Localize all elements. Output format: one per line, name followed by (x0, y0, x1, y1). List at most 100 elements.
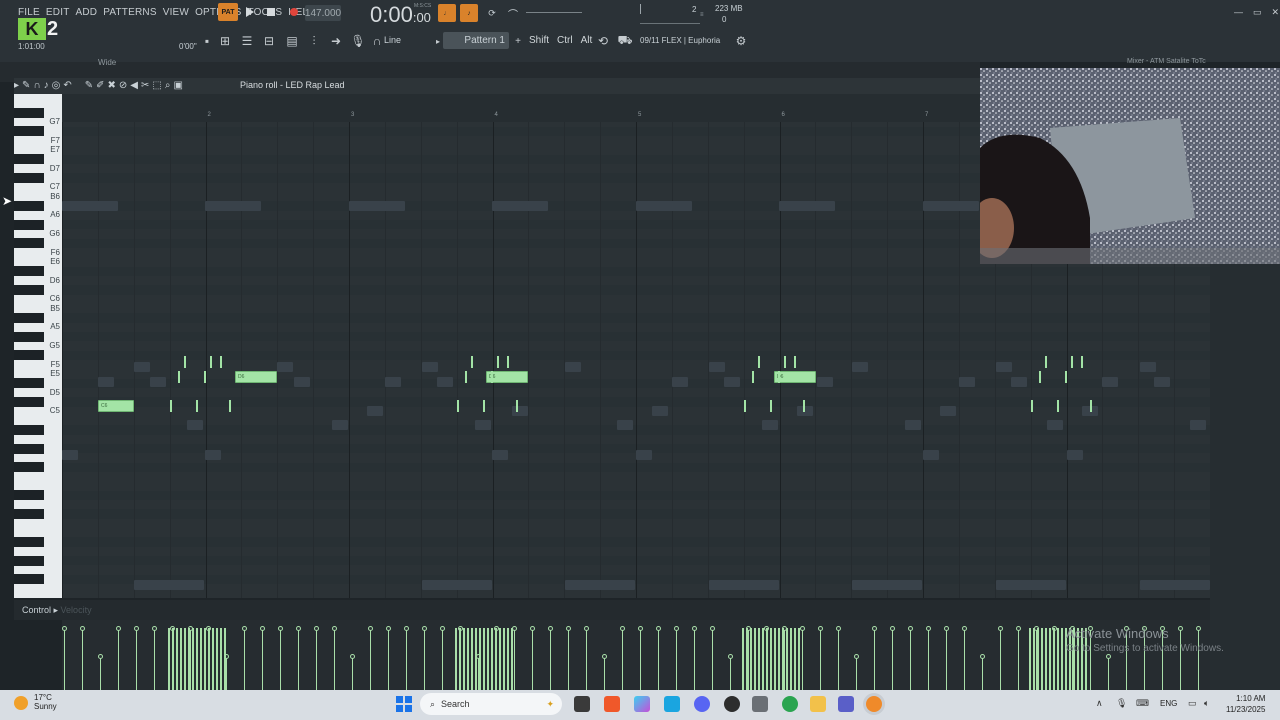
velocity-bar[interactable] (499, 628, 501, 690)
velocity-handle[interactable] (314, 626, 319, 631)
velocity-bar[interactable] (856, 656, 857, 690)
playback-icon[interactable]: ▣ (173, 80, 182, 91)
velocity-bar[interactable] (604, 656, 605, 690)
black-key[interactable] (14, 107, 44, 118)
black-key[interactable] (14, 154, 44, 165)
short-note[interactable] (1031, 400, 1033, 412)
velocity-bar[interactable] (838, 628, 839, 690)
velocity-bar[interactable] (1053, 628, 1055, 690)
maximize-icon[interactable]: ▭ (1253, 7, 1262, 18)
metronome-button[interactable]: ♩ (438, 4, 456, 22)
chrome-icon[interactable] (782, 696, 798, 712)
velocity-handle[interactable] (152, 626, 157, 631)
velocity-handle[interactable] (980, 654, 985, 659)
microphone-icon[interactable]: 🎙︎ (350, 34, 365, 48)
network-icon[interactable]: ▭ (1188, 698, 1197, 709)
velocity-handle[interactable] (944, 626, 949, 631)
velocity-bar[interactable] (622, 628, 623, 690)
velocity-bar[interactable] (750, 628, 752, 690)
ctrl-key[interactable]: Ctrl (557, 35, 573, 46)
velocity-bar[interactable] (514, 628, 515, 690)
brave-browser-icon[interactable] (604, 696, 620, 712)
menu-edit[interactable]: EDIT (46, 7, 70, 18)
velocity-bar[interactable] (190, 628, 191, 690)
velocity-bar[interactable] (388, 628, 389, 690)
piano-roll-icon[interactable]: ☰ (240, 34, 254, 48)
velocity-bar[interactable] (746, 628, 748, 690)
language-indicator[interactable]: ENG (1160, 699, 1177, 708)
velocity-bar[interactable] (200, 628, 202, 690)
tempo-display[interactable]: 147.000 (305, 5, 341, 21)
velocity-handle[interactable] (926, 626, 931, 631)
control-label[interactable]: Control ▸ Velocity (22, 605, 92, 616)
black-key[interactable] (14, 509, 44, 519)
velocity-bar[interactable] (658, 628, 659, 690)
velocity-bar[interactable] (640, 628, 641, 690)
zoom-icon[interactable]: ⌕ (165, 80, 171, 91)
velocity-bar[interactable] (118, 628, 119, 690)
velocity-handle[interactable] (260, 626, 265, 631)
velocity-bar[interactable] (1198, 628, 1199, 690)
velocity-bar[interactable] (794, 628, 796, 690)
short-note[interactable] (1045, 356, 1047, 368)
velocity-bar[interactable] (100, 656, 101, 690)
short-note[interactable] (457, 400, 459, 412)
velocity-handle[interactable] (872, 626, 877, 631)
velocity-bar[interactable] (459, 628, 461, 690)
velocity-bar[interactable] (192, 628, 194, 690)
velocity-bar[interactable] (216, 628, 218, 690)
short-note[interactable] (465, 371, 467, 383)
velocity-bar[interactable] (778, 628, 780, 690)
velocity-handle[interactable] (674, 626, 679, 631)
menu-patterns[interactable]: PATTERNS (103, 7, 156, 18)
velocity-bar[interactable] (568, 628, 569, 690)
velocity-bar[interactable] (467, 628, 469, 690)
black-key[interactable] (14, 350, 44, 361)
settings-icon[interactable]: ⚙ (734, 34, 748, 48)
velocity-bar[interactable] (226, 656, 227, 690)
weather-icon[interactable] (14, 696, 28, 710)
velocity-bar[interactable] (172, 628, 174, 690)
velocity-bar[interactable] (491, 628, 493, 690)
velocity-handle[interactable] (404, 626, 409, 631)
black-key[interactable] (14, 443, 44, 454)
velocity-bar[interactable] (316, 628, 317, 690)
velocity-bar[interactable] (244, 628, 245, 690)
undo-history-icon[interactable]: ⟲ (596, 34, 610, 48)
velocity-bar[interactable] (204, 628, 206, 690)
taskbar-search[interactable]: ⌕ Search ✦ (420, 693, 562, 715)
velocity-bar[interactable] (1061, 628, 1063, 690)
velocity-bar[interactable] (774, 628, 776, 690)
velocity-bar[interactable] (874, 628, 875, 690)
velocity-handle[interactable] (242, 626, 247, 631)
stop-button[interactable] (265, 6, 277, 18)
velocity-bar[interactable] (1018, 628, 1019, 690)
velocity-bar[interactable] (334, 628, 335, 690)
short-note[interactable] (752, 371, 754, 383)
velocity-handle[interactable] (998, 626, 1003, 631)
velocity-handle[interactable] (134, 626, 139, 631)
velocity-handle[interactable] (584, 626, 589, 631)
velocity-handle[interactable] (80, 626, 85, 631)
short-note[interactable] (744, 400, 746, 412)
short-note[interactable] (483, 400, 485, 412)
velocity-handle[interactable] (1196, 626, 1201, 631)
velocity-bar[interactable] (154, 628, 155, 690)
velocity-bar[interactable] (64, 628, 65, 690)
slice-icon[interactable]: ✂ (141, 80, 149, 91)
playlist-icon[interactable]: ⊞ (218, 34, 232, 48)
velocity-bar[interactable] (176, 628, 178, 690)
short-note[interactable] (210, 356, 212, 368)
volume-icon[interactable]: 🔈︎ (1204, 698, 1209, 709)
velocity-handle[interactable] (818, 626, 823, 631)
velocity-bar[interactable] (280, 628, 281, 690)
velocity-bar[interactable] (475, 628, 477, 690)
velocity-bar[interactable] (742, 628, 744, 690)
black-key[interactable] (14, 397, 44, 407)
black-key[interactable] (14, 574, 44, 585)
mixer-fader-icon[interactable]: ⫶ (307, 34, 321, 48)
velocity-bar[interactable] (511, 628, 513, 690)
task-view-icon[interactable] (574, 696, 590, 712)
velocity-bar[interactable] (770, 628, 772, 690)
velocity-bar[interactable] (224, 628, 226, 690)
